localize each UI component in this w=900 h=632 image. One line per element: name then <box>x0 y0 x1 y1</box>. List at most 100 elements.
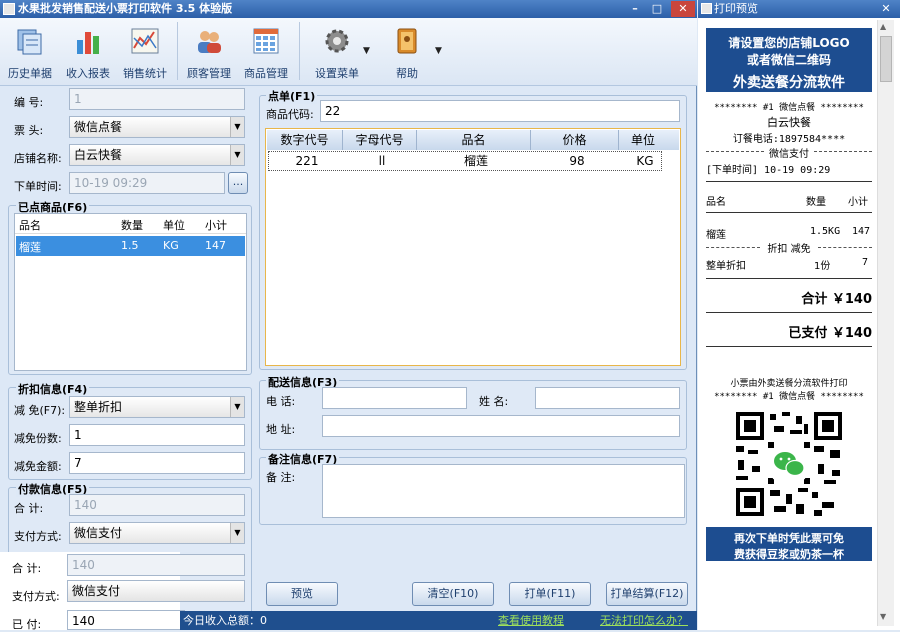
column-header: 价格 <box>531 130 619 150</box>
column-header: 单位 <box>630 133 655 147</box>
receipt-store: 白云快餐 <box>767 116 811 129</box>
toolbar-products[interactable]: 商品管理 <box>240 24 292 84</box>
today-income-text: 今日收入总额：0 <box>183 614 267 627</box>
toolbar-history[interactable]: 历史单据 <box>4 24 56 84</box>
status-bar: 今日收入总额：0 查看使用教程 无法打印怎么办？ <box>180 611 697 630</box>
book-icon <box>397 28 417 54</box>
table-row[interactable]: 榴莲 1.5 KG 147 <box>16 236 245 256</box>
order-time-label: 下单时间: <box>14 180 62 193</box>
chevron-down-icon: ▼ <box>230 145 244 165</box>
total-field[interactable]: 140 <box>69 494 245 516</box>
preview-button[interactable]: 预览 <box>266 582 338 606</box>
minimize-button[interactable]: – <box>625 1 645 17</box>
preview-scrollbar[interactable]: ▲ ▼ <box>877 20 894 626</box>
toolbar-income-report[interactable]: 收入报表 <box>62 24 114 84</box>
close-button[interactable]: ✕ <box>874 0 898 18</box>
receipt-time: [下单时间] 10-19 09:29 <box>706 165 831 176</box>
discount-count-field[interactable]: 1 <box>69 424 245 446</box>
chevron-down-icon[interactable]: ▼ <box>363 46 370 56</box>
address-input[interactable] <box>322 415 680 437</box>
column-header: 小计 <box>205 219 227 232</box>
receipt-payment: 微信支付 <box>769 149 809 160</box>
payment-method-label: 支付方式: <box>14 530 62 543</box>
order-time-field[interactable]: 10-19 09:29 <box>69 172 225 194</box>
payment-method-select[interactable]: 微信支付 ▼ <box>69 522 245 544</box>
store-name-select[interactable]: 白云快餐 ▼ <box>69 144 245 166</box>
ticket-header-select[interactable]: 微信点餐 ▼ <box>69 116 245 138</box>
history-icon <box>17 29 42 55</box>
receipt-phone: 订餐电话:1897584**** <box>732 134 846 145</box>
gear-icon <box>325 29 349 53</box>
notes-textarea[interactable] <box>322 464 685 518</box>
main-window: 水果批发销售配送小票打印软件 3.5 体验版 – □ ✕ 历史单据 收入报表 销… <box>0 0 697 631</box>
store-name-label: 店铺名称: <box>14 152 62 165</box>
ordered-items-list[interactable]: 品名 数量 单位 小计 榴莲 1.5 KG 147 <box>14 213 247 371</box>
toolbar: 历史单据 收入报表 销售统计 顾客管理 商品管理 设置菜单 ▼ 帮助 ▼ <box>0 18 697 86</box>
tutorial-link[interactable]: 查看使用教程 <box>498 611 564 630</box>
column-header: 数量 <box>121 219 143 232</box>
print-button[interactable]: 打单(F11) <box>509 582 591 606</box>
product-code-label: 商品代码: <box>266 108 314 121</box>
discount-title: 折扣信息(F4) <box>16 381 90 397</box>
app-icon <box>3 3 15 15</box>
column-header: 品名 <box>19 219 41 232</box>
number-field[interactable]: 1 <box>69 88 245 110</box>
wechat-qr-icon <box>734 410 844 518</box>
receipt-preview: 请设置您的店铺LOGO 或者微信二维码 外卖送餐分流软件 ******** #1… <box>706 22 872 622</box>
product-code-input[interactable]: 22 <box>320 100 680 122</box>
receipt-footer-header: ******** #1 微信点餐 ******** <box>714 392 864 402</box>
discount-mode-select[interactable]: 整单折扣 ▼ <box>69 396 245 418</box>
promo-banner: 再次下单时凭此票可免 费获得豆浆或奶茶一杯 <box>706 527 872 561</box>
cannot-print-link[interactable]: 无法打印怎么办？ <box>600 611 688 630</box>
chevron-down-icon[interactable]: ▼ <box>435 46 442 56</box>
toolbar-separator <box>177 22 178 80</box>
toolbar-settings[interactable]: 设置菜单 <box>305 24 369 84</box>
print-settle-button[interactable]: 打单结算(F12) <box>606 582 688 606</box>
toolbar-separator <box>299 22 300 80</box>
users-icon <box>198 31 221 53</box>
total-label: 合 计: <box>12 562 42 575</box>
grid-icon <box>253 28 279 54</box>
toolbar-sales-stats[interactable]: 销售统计 <box>119 24 171 84</box>
discount-amount-field[interactable]: 7 <box>69 452 245 474</box>
receipt-header: ******** #1 微信点餐 ******** <box>714 103 864 113</box>
chevron-up-icon[interactable]: ▲ <box>880 22 886 31</box>
clear-button[interactable]: 清空(F10) <box>412 582 494 606</box>
print-preview-title-bar: 打印预览 ✕ <box>698 0 900 18</box>
discount-amount-label: 减免金额: <box>14 460 62 473</box>
customer-name-label: 姓 名: <box>479 395 509 408</box>
receipt-paid: 已支付 ￥140 <box>788 326 872 341</box>
time-picker-button[interactable]: ... <box>228 172 248 194</box>
paid-field[interactable]: 140 <box>67 610 185 630</box>
chevron-down-icon[interactable]: ▼ <box>880 612 886 621</box>
chevron-down-icon: ▼ <box>230 117 244 137</box>
discount-count-label: 减免份数: <box>14 432 62 445</box>
total-label: 合 计: <box>14 502 44 515</box>
address-label: 地 址: <box>266 423 296 436</box>
payment-method-select[interactable]: 微信支付 <box>67 580 245 602</box>
close-button[interactable]: ✕ <box>671 1 695 17</box>
scroll-thumb[interactable] <box>880 36 892 82</box>
ordered-list-header: 品名 数量 单位 小计 <box>15 214 246 234</box>
receipt-total: 合计 ￥140 <box>801 292 872 307</box>
customer-name-input[interactable] <box>535 387 680 409</box>
total-field[interactable]: 140 <box>67 554 245 576</box>
number-label: 编 号: <box>14 96 44 109</box>
chevron-down-icon: ▼ <box>230 397 244 417</box>
maximize-button[interactable]: □ <box>647 1 667 17</box>
line-chart-icon <box>131 28 159 54</box>
product-search-list[interactable]: 数字代号 字母代号 品名 价格 单位 221 ll 榴莲 98 KG <box>265 128 681 366</box>
product-list-header: 数字代号 字母代号 品名 价格 单位 <box>267 130 679 150</box>
print-preview-title: 打印预览 <box>714 2 758 15</box>
table-row[interactable]: 221 ll 榴莲 98 KG <box>268 151 662 171</box>
notes-label: 备 注: <box>266 471 296 484</box>
discount-mode-label: 减 免(F7): <box>14 404 66 417</box>
app-title: 水果批发销售配送小票打印软件 3.5 体验版 <box>18 2 233 15</box>
phone-input[interactable] <box>322 387 467 409</box>
toolbar-help[interactable]: 帮助 <box>385 24 429 84</box>
column-header: 字母代号 <box>343 130 417 150</box>
column-header: 品名 <box>417 130 531 150</box>
toolbar-customers[interactable]: 顾客管理 <box>183 24 235 84</box>
bar-chart-icon <box>77 32 99 54</box>
column-header: 数字代号 <box>267 130 343 150</box>
